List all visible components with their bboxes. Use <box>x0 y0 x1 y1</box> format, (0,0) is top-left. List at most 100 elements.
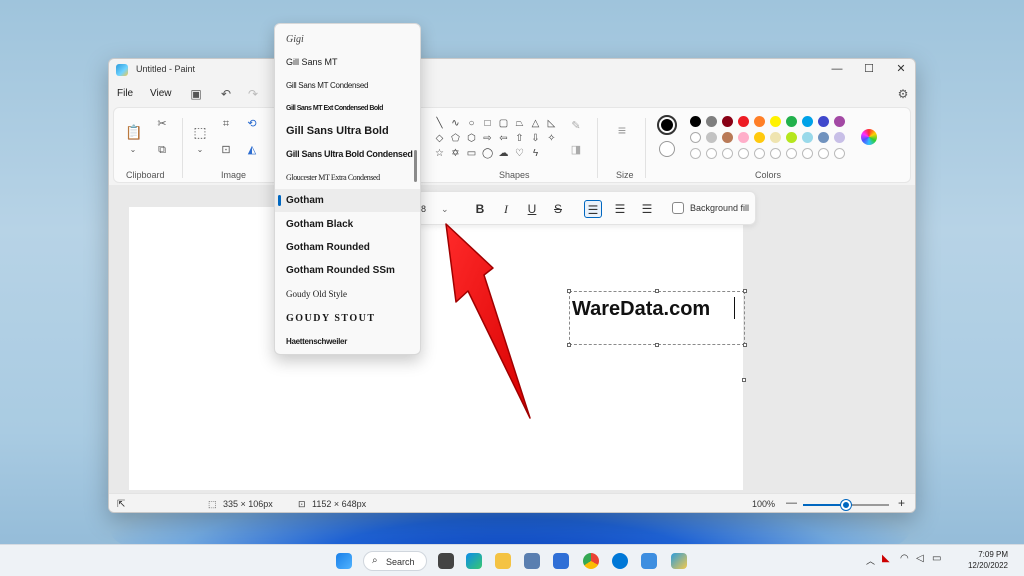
lightning-shape-icon[interactable]: ϟ <box>530 148 541 159</box>
font-size-dropdown-icon[interactable]: ⌄ <box>441 200 449 218</box>
zoom-slider-thumb[interactable] <box>841 500 851 510</box>
chrome-icon[interactable] <box>583 553 599 569</box>
clock[interactable]: 7:09 PM 12/20/2022 <box>968 549 1008 571</box>
maximize-button[interactable]: ☐ <box>853 59 885 81</box>
rectangle-shape-icon[interactable]: □ <box>482 118 493 129</box>
font-list-item[interactable]: Gloucester MT Extra Condensed <box>275 166 420 189</box>
bold-icon[interactable]: B <box>471 200 489 218</box>
custom-color-slot[interactable] <box>754 148 765 159</box>
four-point-star-shape-icon[interactable]: ✧ <box>546 133 557 144</box>
italic-icon[interactable]: I <box>497 200 515 218</box>
color-swatch[interactable] <box>786 132 797 143</box>
app-icon[interactable] <box>524 553 540 569</box>
font-list-item[interactable]: Gotham <box>275 189 420 212</box>
font-list-scrollbar[interactable] <box>414 150 417 182</box>
color-swatch[interactable] <box>738 116 749 127</box>
close-button[interactable]: ✕ <box>885 59 915 81</box>
custom-color-slot[interactable] <box>690 148 701 159</box>
undo-icon[interactable]: ↶ <box>218 86 234 102</box>
minimize-button[interactable]: — <box>821 59 853 81</box>
color-swatch[interactable] <box>786 116 797 127</box>
color-swatch[interactable] <box>834 132 845 143</box>
rotate-icon[interactable]: ⟲ <box>244 116 260 132</box>
callout-rect-shape-icon[interactable]: ▭ <box>466 148 477 159</box>
secondary-color-swatch[interactable] <box>659 141 675 157</box>
custom-color-slot[interactable] <box>786 148 797 159</box>
edit-colors-icon[interactable] <box>861 129 877 145</box>
custom-color-slot[interactable] <box>770 148 781 159</box>
color-swatch[interactable] <box>690 116 701 127</box>
color-swatch[interactable] <box>802 132 813 143</box>
color-swatch[interactable] <box>770 132 781 143</box>
paste-dropdown-icon[interactable]: ⌄ <box>125 142 141 158</box>
custom-color-slot[interactable] <box>706 148 717 159</box>
triangle-shape-icon[interactable]: △ <box>530 118 541 129</box>
color-swatch[interactable] <box>770 116 781 127</box>
font-list-item[interactable]: Gotham Rounded SSm <box>275 259 420 282</box>
paste-icon[interactable]: 📋 <box>125 124 142 140</box>
rounded-rectangle-shape-icon[interactable]: ▢ <box>498 118 509 129</box>
zoom-slider[interactable] <box>803 500 889 510</box>
battery-icon[interactable]: ▭ <box>932 553 941 564</box>
up-arrow-shape-icon[interactable]: ⇧ <box>514 133 525 144</box>
custom-color-slot[interactable] <box>738 148 749 159</box>
color-swatch[interactable] <box>818 132 829 143</box>
five-point-star-shape-icon[interactable]: ☆ <box>434 148 445 159</box>
polygon-shape-icon[interactable]: ⏢ <box>514 118 525 129</box>
color-swatch[interactable] <box>738 132 749 143</box>
settings-icon[interactable]: ⚙ <box>895 86 911 102</box>
font-list-item[interactable]: Goudy Old Style <box>275 283 420 306</box>
align-right-icon[interactable]: ☰ <box>638 200 656 218</box>
size-icon[interactable]: ≡ <box>614 122 630 138</box>
outline-icon[interactable]: ✎ <box>568 118 584 134</box>
flip-icon[interactable]: ◭ <box>244 142 260 158</box>
color-swatch[interactable] <box>690 132 701 143</box>
background-fill-checkbox[interactable] <box>672 202 684 214</box>
resize-handle[interactable] <box>567 289 571 293</box>
cut-icon[interactable]: ✂ <box>154 116 170 132</box>
resize-handle[interactable] <box>567 343 571 347</box>
cloud-shape-icon[interactable]: ☁ <box>498 148 509 159</box>
custom-color-slot[interactable] <box>818 148 829 159</box>
text-box[interactable]: WareData.com <box>569 291 745 345</box>
color-swatch[interactable] <box>754 116 765 127</box>
custom-color-slot[interactable] <box>722 148 733 159</box>
canvas-resize-handle[interactable] <box>742 378 746 382</box>
select-icon[interactable]: ⬚ <box>192 124 208 140</box>
strikethrough-icon[interactable]: S <box>549 200 567 218</box>
color-swatch[interactable] <box>722 132 733 143</box>
chevron-up-icon[interactable]: ︿ <box>866 554 875 567</box>
zoom-out-icon[interactable]: — <box>786 497 797 509</box>
line-shape-icon[interactable]: ╲ <box>434 118 445 129</box>
crop-icon[interactable]: ⌗ <box>218 116 234 132</box>
right-triangle-shape-icon[interactable]: ◺ <box>546 118 557 129</box>
font-list-item[interactable]: Gotham Rounded <box>275 236 420 259</box>
vertical-scrollbar[interactable] <box>909 187 915 487</box>
font-list-item[interactable]: Gill Sans Ultra Bold Condensed <box>275 143 420 166</box>
skype-icon[interactable] <box>612 553 628 569</box>
right-arrow-shape-icon[interactable]: ⇨ <box>482 133 493 144</box>
font-list-item[interactable]: Gill Sans MT <box>275 51 420 74</box>
align-left-icon[interactable]: ☰ <box>584 200 602 218</box>
font-list-item[interactable]: GOUDY STOUT <box>275 307 420 330</box>
select-dropdown-icon[interactable]: ⌄ <box>192 142 208 158</box>
app-icon[interactable] <box>641 553 657 569</box>
notepad-icon[interactable] <box>553 553 569 569</box>
down-arrow-shape-icon[interactable]: ⇩ <box>530 133 541 144</box>
left-arrow-shape-icon[interactable]: ⇦ <box>498 133 509 144</box>
fill-icon[interactable]: ◨ <box>568 142 584 158</box>
oval-shape-icon[interactable]: ○ <box>466 118 477 129</box>
drawing-canvas[interactable] <box>129 207 743 490</box>
color-swatch[interactable] <box>706 132 717 143</box>
color-swatch[interactable] <box>802 116 813 127</box>
color-swatch[interactable] <box>706 116 717 127</box>
hexagon-shape-icon[interactable]: ⬡ <box>466 133 477 144</box>
font-size-value[interactable]: 8 <box>421 204 426 214</box>
underline-icon[interactable]: U <box>523 200 541 218</box>
custom-color-slot[interactable] <box>802 148 813 159</box>
copy-icon[interactable]: ⧉ <box>154 142 170 158</box>
font-list-item[interactable]: Gill Sans MT Condensed <box>275 74 420 97</box>
color-swatch[interactable] <box>722 116 733 127</box>
font-list-item[interactable]: Gill Sans Ultra Bold <box>275 120 420 143</box>
save-icon[interactable]: ▣ <box>188 86 204 102</box>
